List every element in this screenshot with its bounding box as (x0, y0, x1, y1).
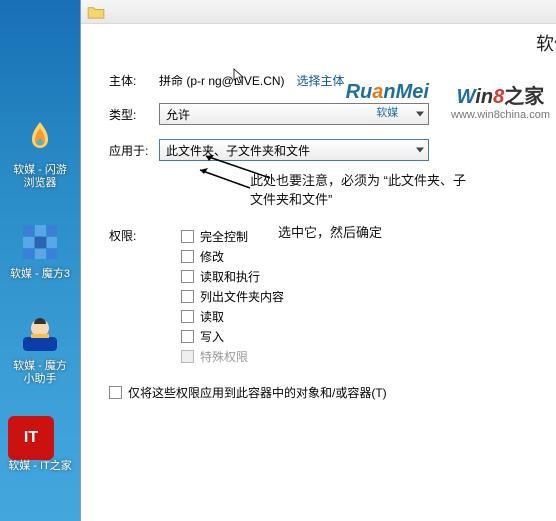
principal-label: 主体: (109, 72, 159, 89)
desktop-icon-browser[interactable]: 软媒 - 闪游浏览器 (8, 116, 72, 190)
perm-special: 特殊权限 (181, 346, 556, 366)
explorer-title-fragment: 软件 (536, 30, 556, 56)
perm-read-execute[interactable]: 读取和执行 (181, 266, 556, 286)
checkbox-icon[interactable] (181, 290, 194, 303)
type-label: 类型: (109, 106, 159, 123)
folder-icon (87, 5, 105, 19)
perm-label: 修改 (200, 248, 224, 265)
apply-to-dropdown[interactable]: 此文件夹、子文件夹和文件 (159, 139, 429, 161)
cube-icon (19, 221, 61, 263)
permissions-list: 完全控制 修改 读取和执行 列出文件夹内容 读取 写入 特殊权限 (181, 226, 556, 366)
apply-to-dropdown-value: 此文件夹、子文件夹和文件 (166, 142, 310, 159)
desktop-icon-label: 软媒 - IT之家 (8, 460, 72, 473)
checkbox-icon[interactable] (181, 310, 194, 323)
desktop-icon-assistant[interactable]: 软媒 - 魔方小助手 (8, 312, 72, 386)
explorer-window: 软件 (80, 0, 556, 60)
perm-write[interactable]: 写入 (181, 326, 556, 346)
checkbox-icon[interactable] (181, 230, 194, 243)
perm-list-folder[interactable]: 列出文件夹内容 (181, 286, 556, 306)
checkbox-icon[interactable] (181, 250, 194, 263)
desktop-icon-mofang3[interactable]: 软媒 - 魔方3 (8, 220, 72, 281)
apply-to-label: 应用于: (109, 142, 159, 159)
perm-label: 列出文件夹内容 (200, 288, 284, 305)
apply-only-checkbox[interactable]: 仅将这些权限应用到此容器中的对象和/或容器(T) (109, 384, 556, 401)
checkbox-icon[interactable] (181, 330, 194, 343)
type-dropdown[interactable]: 允许 (159, 103, 429, 125)
annotation-note-2: 选中它，然后确定 (278, 222, 518, 241)
checkbox-icon[interactable] (109, 386, 122, 399)
flame-icon (20, 118, 60, 158)
checkbox-icon (181, 350, 194, 363)
desktop-icon-ithome[interactable]: IT 软媒 - IT之家 (8, 416, 72, 473)
desktop-icon-label: 软媒 - 魔方3 (8, 268, 72, 281)
chevron-down-icon (416, 112, 424, 117)
perm-label: 读取和执行 (200, 268, 260, 285)
desktop-icons: 软媒 - 闪游浏览器 软媒 - 魔方3 (8, 116, 76, 473)
perm-label: 特殊权限 (200, 348, 248, 365)
perm-label: 完全控制 (200, 228, 248, 245)
perm-label: 读取 (200, 308, 224, 325)
perm-modify[interactable]: 修改 (181, 246, 556, 266)
person-icon (19, 313, 61, 355)
desktop-icon-label: 软媒 - 闪游浏览器 (8, 164, 72, 190)
perm-label: 写入 (200, 328, 224, 345)
it-logo-icon: IT (8, 416, 54, 460)
cursor-icon (231, 68, 247, 86)
checkbox-icon[interactable] (181, 270, 194, 283)
chevron-down-icon (416, 148, 424, 153)
perm-read[interactable]: 读取 (181, 306, 556, 326)
permissions-dialog: 主体: 拼命 (p-r ng@LIVE.CN) 选择主体 类型: 允许 应用于:… (80, 60, 556, 521)
desktop-icon-label: 软媒 - 魔方小助手 (8, 360, 72, 386)
select-principal-link[interactable]: 选择主体 (297, 72, 345, 89)
apply-only-label: 仅将这些权限应用到此容器中的对象和/或容器(T) (128, 384, 387, 401)
type-dropdown-value: 允许 (166, 106, 190, 123)
principal-value: 拼命 (p-r ng@LIVE.CN) (159, 74, 285, 88)
annotation-note-1: 此处也要注意，必须为 “此文件夹、子文件夹和文件” (250, 170, 470, 208)
explorer-header (81, 0, 556, 24)
